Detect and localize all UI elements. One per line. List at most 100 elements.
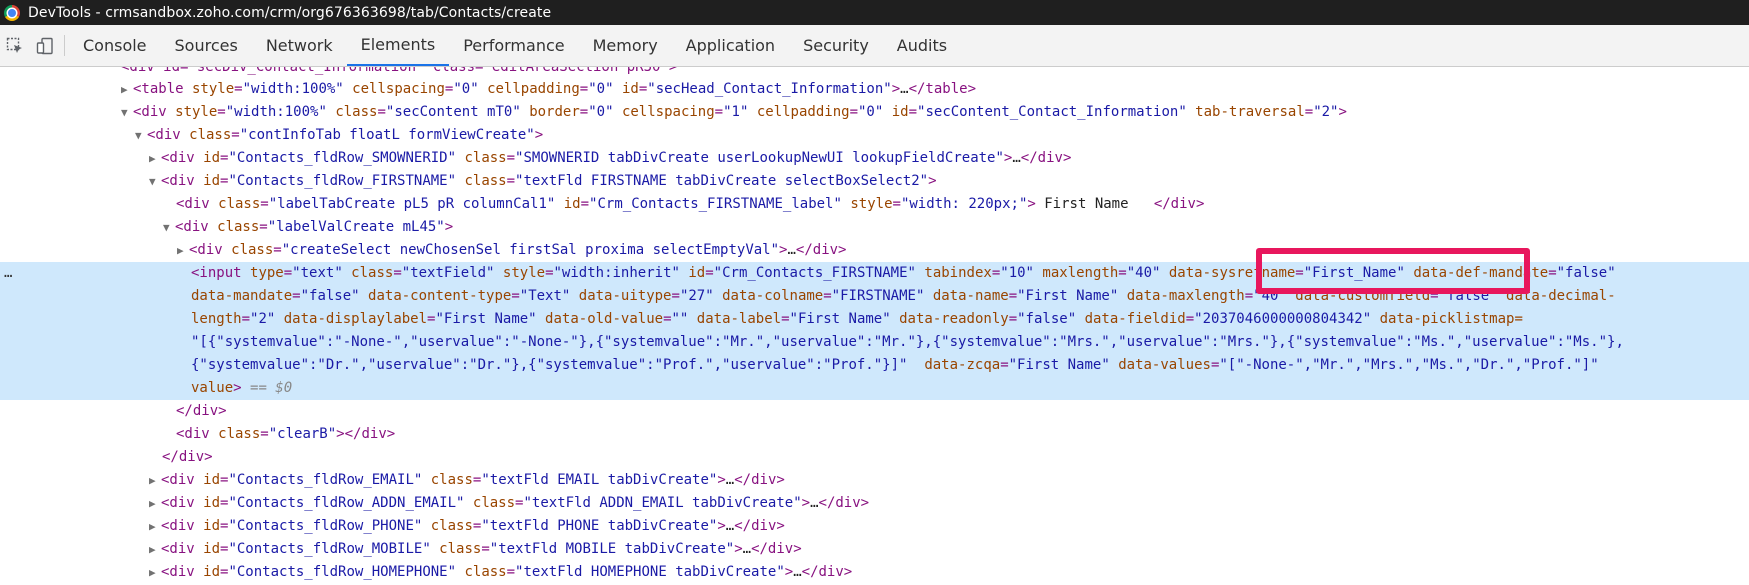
- tab-performance[interactable]: Performance: [449, 25, 578, 66]
- expand-triangle-icon[interactable]: ▶: [149, 147, 161, 170]
- dom-node-table[interactable]: ▶ <table style="width:100%" cellspacing="…: [0, 78, 1749, 101]
- collapse-triangle-icon[interactable]: ▼: [163, 216, 175, 239]
- dom-attrs: ="2" data-displaylabel="First Name" data…: [242, 311, 1372, 327]
- dom-tag-end: >: [891, 81, 901, 97]
- dom-attr-equals: =: [714, 104, 724, 120]
- dom-attr-value: "2037046000000804342": [1194, 311, 1372, 327]
- dom-attr-equals: =: [377, 104, 386, 120]
- expand-triangle-icon[interactable]: ▶: [149, 515, 161, 538]
- dom-tag-close: </div>: [176, 403, 227, 419]
- dom-attr-value: "labelValCreate mL45": [267, 219, 445, 235]
- elements-dom-tree[interactable]: <div id="secDiv_Contact_Information" cla…: [0, 67, 1749, 585]
- dom-attr-value: "false": [1556, 265, 1616, 281]
- dom-attr-value: "secHead_Contact_Information": [647, 81, 892, 97]
- dom-node-clearb[interactable]: <div class="clearB"></div>: [0, 423, 1749, 446]
- dom-attr-value: "Contacts_fldRow_SMOWNERID": [228, 150, 457, 166]
- dom-attr-name: id: [194, 173, 221, 189]
- dom-attr-equals: =: [1008, 288, 1018, 304]
- dom-node-smownerid[interactable]: ▶ <div id = "Contacts_fldRow_SMOWNERID" cla…: [0, 147, 1749, 170]
- dom-attr-equals: =: [991, 265, 1001, 281]
- dom-attr-value: "Contacts_fldRow_HOMEPHONE": [228, 564, 457, 580]
- expand-triangle-icon[interactable]: ▶: [149, 538, 161, 561]
- dom-attr-name: data-maxlength: [1118, 288, 1245, 304]
- dom-node-field-row[interactable]: ▶ <div id="Contacts_fldRow_ADDN_EMAIL" cl…: [0, 492, 1749, 515]
- dom-attr-equals: =: [1548, 265, 1557, 281]
- tab-application[interactable]: Application: [672, 25, 789, 66]
- dom-attr-name: data-mandate: [191, 288, 293, 304]
- dom-attr-value: "textFld ADDN_EMAIL tabDivCreate": [523, 495, 802, 511]
- inspect-element-icon[interactable]: [0, 25, 30, 66]
- dom-node-seccontent[interactable]: ▼ <div style="width:100%" class="secConte…: [0, 101, 1749, 124]
- dom-attr-name: class: [222, 242, 274, 258]
- dom-node-content: <div class="contInfoTab floatL formViewC…: [147, 127, 543, 143]
- dom-tag-open: <div: [133, 104, 167, 120]
- dom-ellipsis: …: [742, 541, 752, 557]
- dom-attr-equals: =: [545, 265, 554, 281]
- dom-attr-equals: =: [663, 311, 672, 327]
- dom-node-field-row[interactable]: ▶ <div id = "Contacts_fldRow_HOMEPHONE" cla…: [0, 561, 1749, 584]
- dom-attr-name: class: [456, 150, 507, 166]
- dom-attr-equals: =: [481, 541, 490, 557]
- dom-node-field-row[interactable]: ▶ <div id="Contacts_fldRow_PHONE" class="…: [0, 515, 1749, 538]
- dom-node-content: <div id = "Contacts_fldRow_SMOWNERID" clas…: [161, 150, 1071, 166]
- tab-network[interactable]: Network: [252, 25, 347, 66]
- dom-line-partial[interactable]: <div id="secDiv_Contact_Information" cla…: [0, 67, 1749, 78]
- dom-node-field-row[interactable]: ▶ <div id="Contacts_fldRow_MOBILE" class=…: [0, 538, 1749, 561]
- tab-console[interactable]: Console: [69, 25, 161, 66]
- dom-attr-value: "textField": [401, 265, 495, 281]
- dom-node-label[interactable]: <div class="labelTabCreate pL5 pR column…: [0, 193, 1749, 216]
- dom-attr-name: value: [191, 380, 234, 396]
- dom-tag-open: <div: [161, 564, 195, 580]
- expand-triangle-icon[interactable]: ▶: [149, 492, 161, 515]
- window-title: DevTools - crmsandbox.zoho.com/crm/org67…: [28, 4, 552, 21]
- dom-tag-end: >: [928, 173, 937, 189]
- dom-close-div[interactable]: </div>: [0, 446, 1749, 469]
- dom-attr-value: "Contacts_fldRow_FIRSTNAME": [228, 173, 457, 189]
- dom-tag-close: </div>: [795, 242, 847, 258]
- dom-close-div[interactable]: </div>: [0, 400, 1749, 423]
- dom-attr-value: "0": [858, 104, 884, 120]
- dom-attr-equals: =: [1000, 357, 1009, 373]
- tab-security[interactable]: Security: [789, 25, 883, 66]
- dom-attr-value: "Contacts_fldRow_EMAIL": [228, 472, 423, 488]
- more-options-dots[interactable]: …: [4, 262, 12, 285]
- tab-elements[interactable]: Elements: [346, 25, 450, 66]
- dom-attr-equals: =: [671, 288, 680, 304]
- dom-attr-equals: =: [506, 150, 516, 166]
- dom-tag-close: </div>: [818, 495, 870, 511]
- dom-attr-equals: =: [638, 81, 648, 97]
- collapse-triangle-icon[interactable]: ▼: [121, 101, 133, 124]
- tab-memory[interactable]: Memory: [579, 25, 672, 66]
- dom-attr-name: id: [194, 564, 221, 580]
- collapse-triangle-icon[interactable]: ▼: [135, 124, 147, 147]
- expand-triangle-icon[interactable]: ▶: [121, 78, 133, 101]
- dom-attr-name: data-picklistmap=: [1379, 311, 1523, 327]
- dom-ellipsis: …: [1012, 150, 1021, 166]
- dom-attr-name: maxlength: [1033, 265, 1119, 281]
- expand-triangle-icon[interactable]: ▶: [177, 239, 189, 262]
- dom-attr-name: style: [494, 265, 546, 281]
- expand-triangle-icon[interactable]: ▶: [149, 469, 161, 492]
- dom-node-labelval[interactable]: ▼ <div class="labelValCreate mL45">: [0, 216, 1749, 239]
- expand-triangle-icon[interactable]: ▶: [149, 561, 161, 584]
- dom-attr-value: "clearB": [268, 426, 337, 442]
- devtools-toolbar: Console Sources Network Elements Perform…: [0, 25, 1749, 67]
- dom-ellipsis: …: [725, 518, 735, 534]
- dom-attr-value: "textFld FIRSTNAME tabDivCreate selectBo…: [515, 173, 929, 189]
- dom-attr-value: "0": [453, 81, 479, 97]
- dom-node-content: <div class="createSelect newChosenSel fi…: [189, 242, 846, 258]
- tab-sources[interactable]: Sources: [161, 25, 252, 66]
- dom-ellipsis: …: [793, 564, 802, 580]
- dom-attr-value: "secContent_Contact_Information": [917, 104, 1187, 120]
- dom-node-content: <div class="labelTabCreate pL5 pR column…: [176, 196, 1204, 212]
- dom-attr-value: "textFld EMAIL tabDivCreate": [481, 472, 718, 488]
- dom-node-continfotab[interactable]: ▼ <div class="contInfoTab floatL formView…: [0, 124, 1749, 147]
- dom-tag-open: <div: [161, 173, 195, 189]
- dom-attr-name: id: [194, 495, 221, 511]
- tab-audits[interactable]: Audits: [883, 25, 961, 66]
- dom-attr-equals: =: [241, 311, 251, 327]
- collapse-triangle-icon[interactable]: ▼: [149, 170, 161, 193]
- dom-node-firstname-row[interactable]: ▼ <div id = "Contacts_fldRow_FIRSTNAME" cla…: [0, 170, 1749, 193]
- device-toolbar-icon[interactable]: [30, 25, 60, 66]
- dom-node-field-row[interactable]: ▶ <div id="Contacts_fldRow_EMAIL" class="…: [0, 469, 1749, 492]
